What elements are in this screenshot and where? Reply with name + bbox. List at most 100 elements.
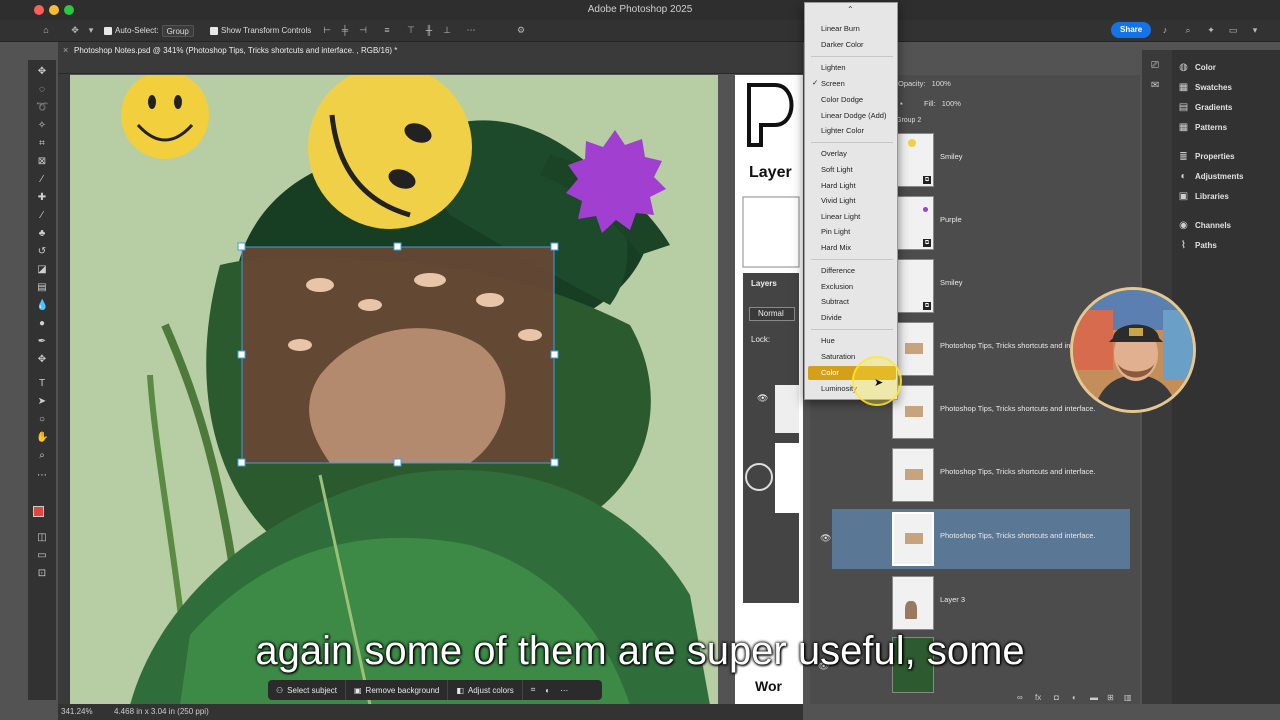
transform-icon[interactable]: ⌗ [531, 685, 536, 695]
blend-item-pin-light[interactable]: Pin Light [821, 226, 850, 238]
folder-icon[interactable]: ▬ [1090, 693, 1098, 702]
trash-icon[interactable]: ▥ [1124, 693, 1132, 702]
mask-icon[interactable]: ◘ [1054, 693, 1059, 702]
foreground-color-swatch[interactable] [33, 506, 44, 517]
fx-icon[interactable]: fx [1035, 693, 1041, 702]
blend-item-difference[interactable]: Difference [821, 265, 855, 277]
blend-item-lighten[interactable]: Lighten [821, 62, 846, 74]
notes-canvas[interactable]: Layer Wor Layers Normal Lock: 👁 [735, 75, 803, 705]
quick-mask-icon[interactable]: ◫ [36, 532, 48, 544]
screen-mode-icon[interactable]: ▭ [36, 550, 48, 562]
blend-mode-dropdown[interactable]: Normal [749, 307, 795, 321]
history-icon[interactable]: ⎚ [1151, 60, 1159, 71]
panel-paths[interactable]: ⌇ Paths [1178, 238, 1217, 252]
eyedropper-icon[interactable]: ⁄ [36, 174, 48, 186]
discover-icon[interactable]: ✦ [1206, 25, 1216, 35]
more-icon[interactable]: ⋯ [560, 686, 568, 695]
maximize-window-button[interactable] [64, 5, 74, 15]
adjustment-icon[interactable]: ◐ [1072, 693, 1077, 702]
close-window-button[interactable] [34, 5, 44, 15]
zoom-tool-icon[interactable]: ⌕ [36, 450, 48, 462]
blend-item-exclusion[interactable]: Exclusion [821, 281, 853, 293]
blend-item-lighter-color[interactable]: Lighter Color [821, 125, 864, 137]
artboard-icon[interactable]: ⊡ [36, 568, 48, 580]
blend-item-overlay[interactable]: Overlay [821, 148, 847, 160]
healing-brush-icon[interactable]: ✚ [36, 192, 48, 204]
auto-select-checkbox[interactable] [104, 27, 112, 35]
blend-item-linear-light[interactable]: Linear Light [821, 211, 860, 223]
layer-row-selected[interactable]: 👁 Photoshop Tips, Tricks shortcuts and i… [820, 509, 1130, 569]
eye-icon[interactable]: 👁 [757, 393, 768, 404]
path-select-icon[interactable]: ➤ [36, 396, 48, 408]
panel-color[interactable]: ◍ Color [1178, 60, 1216, 74]
move-tool-icon[interactable]: ✥ [70, 25, 80, 35]
show-transform-checkbox[interactable] [210, 27, 218, 35]
home-icon[interactable]: ⌂ [41, 25, 51, 35]
lock-position-icon[interactable]: ▪ [900, 99, 903, 108]
history-brush-icon[interactable]: ↺ [36, 246, 48, 258]
auto-select-dropdown[interactable]: Group [161, 25, 194, 37]
remove-background-button[interactable]: ▣ Remove background [346, 680, 449, 700]
fill-control[interactable]: Fill: 100% [924, 99, 961, 108]
blend-item-color[interactable]: Color [821, 367, 839, 379]
brush-tool-icon[interactable]: ∕ [36, 210, 48, 222]
blend-item-subtract[interactable]: Subtract [821, 296, 849, 308]
hand-tool-icon[interactable]: ✋ [36, 432, 48, 444]
group-label[interactable]: Group 2 [896, 117, 921, 124]
eraser-tool-icon[interactable]: ◪ [36, 264, 48, 276]
blend-item-screen[interactable]: Screen [821, 78, 845, 90]
move-tool-icon[interactable]: ✥ [36, 66, 48, 78]
share-button[interactable]: Share [1111, 22, 1152, 38]
adjust-colors-button[interactable]: ◧ Adjust colors [448, 680, 523, 700]
align-top-icon[interactable]: ⊤ [406, 25, 416, 35]
align-middle-icon[interactable]: ╫ [424, 25, 434, 35]
distribute-icon[interactable]: ≡ [382, 25, 392, 35]
gear-icon[interactable]: ⚙ [516, 25, 526, 35]
pen-tool-icon[interactable]: ✒ [36, 336, 48, 348]
blend-item-soft-light[interactable]: Soft Light [821, 164, 853, 176]
crop-tool-icon[interactable]: ⌗ [36, 138, 48, 150]
zoom-level[interactable]: 341.24% [61, 707, 93, 716]
stamp-tool-icon[interactable]: ♣ [36, 228, 48, 240]
align-center-icon[interactable]: ╪ [340, 25, 350, 35]
select-subject-button[interactable]: ⚇ Select subject [268, 680, 346, 700]
chevron-up-icon[interactable]: ⌃ [847, 5, 854, 14]
blur-tool-icon[interactable]: 💧 [36, 300, 48, 312]
eye-icon-highlight[interactable] [745, 463, 773, 491]
chevron-down-icon[interactable]: ▾ [86, 25, 96, 35]
blend-item-saturation[interactable]: Saturation [821, 351, 855, 363]
opacity-value[interactable]: 100% [932, 79, 951, 88]
lasso-tool-icon[interactable]: ➰ [36, 102, 48, 114]
close-tab-icon[interactable]: × [63, 45, 68, 55]
panel-channels[interactable]: ◉ Channels [1178, 218, 1231, 232]
workspace-icon[interactable]: ▭ [1228, 25, 1238, 35]
blend-item-hard-light[interactable]: Hard Light [821, 180, 856, 192]
search-icon[interactable]: ⌕ [1183, 25, 1193, 35]
panel-patterns[interactable]: ▦ Patterns [1178, 120, 1227, 134]
more-options-icon[interactable]: ⋯ [466, 25, 476, 35]
blend-item-linear-dodge[interactable]: Linear Dodge (Add) [821, 110, 886, 122]
blend-item-divide[interactable]: Divide [821, 312, 842, 324]
chevron-down-icon[interactable]: ▾ [1250, 25, 1260, 35]
panel-properties[interactable]: ≣ Properties [1178, 149, 1234, 163]
minimize-window-button[interactable] [49, 5, 59, 15]
more-tools-icon[interactable]: ⋯ [36, 470, 48, 482]
link-layers-icon[interactable]: ∞ [1017, 693, 1023, 702]
opacity-control[interactable]: Opacity: 100% [898, 79, 951, 88]
show-transform-option[interactable]: Show Transform Controls [210, 25, 311, 37]
blend-item-linear-burn[interactable]: Linear Burn [821, 23, 860, 35]
type-tool-icon[interactable]: T [36, 378, 48, 390]
dodge-tool-icon[interactable]: ● [36, 318, 48, 330]
magic-wand-icon[interactable]: ✧ [36, 120, 48, 132]
layer-row[interactable]: Layer 3 [832, 573, 1130, 633]
bell-icon[interactable]: ♪ [1160, 25, 1170, 35]
eye-icon[interactable]: 👁 [820, 533, 831, 544]
fill-value[interactable]: 100% [942, 99, 961, 108]
comments-icon[interactable]: ✉ [1151, 80, 1159, 91]
document-tab[interactable]: × Photoshop Notes.psd @ 341% (Photoshop … [58, 42, 803, 60]
gradient-tool-icon[interactable]: ▤ [36, 282, 48, 294]
panel-adjustments[interactable]: ◐ Adjustments [1178, 169, 1243, 183]
panel-gradients[interactable]: ▤ Gradients [1178, 100, 1233, 114]
blend-item-darker-color[interactable]: Darker Color [821, 39, 864, 51]
blend-item-hard-mix[interactable]: Hard Mix [821, 242, 851, 254]
